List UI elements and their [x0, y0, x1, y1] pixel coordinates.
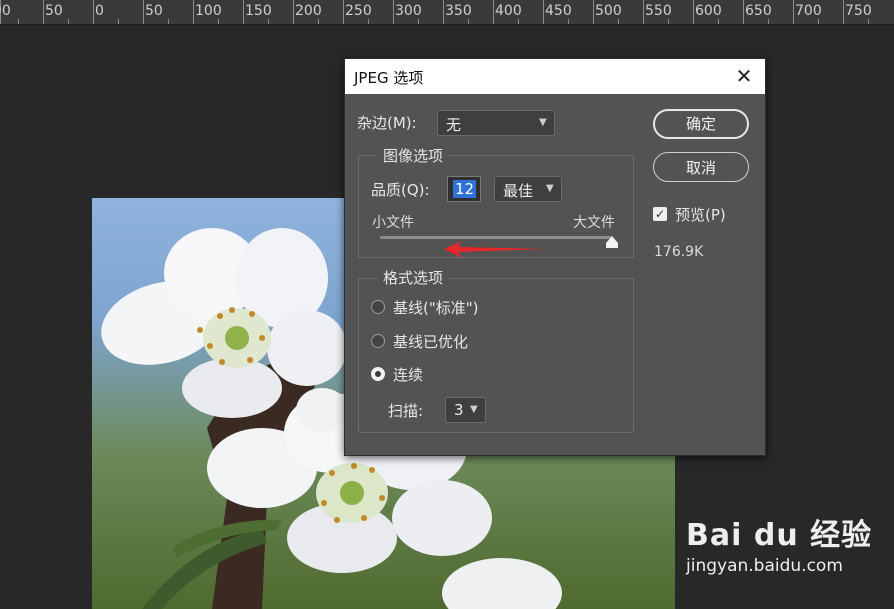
ruler-tick: [693, 0, 694, 24]
matte-select[interactable]: 无 ▼: [437, 110, 555, 136]
image-options-legend: 图像选项: [377, 145, 450, 166]
annotation-arrow-icon: [444, 241, 546, 258]
file-size: 176.9K: [654, 244, 704, 260]
baidu-jingyan-watermark: Bai du 经验 jingyan.baidu.com: [686, 510, 872, 576]
dialog-titlebar[interactable]: JPEG 选项 ✕: [345, 59, 765, 94]
ruler-label: 50: [45, 3, 63, 19]
ruler-tick: [793, 0, 794, 24]
dialog-title: JPEG 选项: [354, 69, 424, 87]
radio-baseline-optimized-label: 基线已优化: [393, 333, 469, 351]
ruler-label: 550: [645, 3, 672, 19]
small-file-label: 小文件: [372, 215, 414, 231]
large-file-label: 大文件: [573, 215, 615, 231]
format-options-legend: 格式选项: [377, 267, 450, 288]
watermark-logo: Bai du 经验: [686, 518, 873, 553]
quality-slider-thumb[interactable]: [606, 233, 618, 248]
ruler-label: 600: [695, 3, 722, 19]
ruler-tick: [293, 0, 294, 24]
ruler-tick: [643, 0, 644, 24]
ruler-label: 750: [845, 3, 872, 19]
ruler-label: 700: [795, 3, 822, 19]
quality-preset-select[interactable]: 最佳 ▼: [494, 176, 562, 202]
ok-button[interactable]: 确定: [653, 109, 749, 139]
ruler-tick: [143, 0, 144, 24]
ruler-tick: [193, 0, 194, 24]
radio-baseline-standard-label: 基线("标准"): [393, 299, 479, 317]
scans-value: 3: [454, 401, 464, 419]
ruler-tick: [843, 0, 844, 24]
ruler-label: 400: [495, 3, 522, 19]
ruler-tick: [743, 0, 744, 24]
ruler-tick: [43, 0, 44, 24]
ruler-label: 150: [245, 3, 272, 19]
ruler-tick: [93, 0, 94, 24]
matte-value: 无: [446, 116, 462, 134]
scans-label: 扫描:: [388, 402, 424, 420]
chevron-down-icon: ▼: [546, 183, 554, 194]
chevron-down-icon: ▼: [470, 404, 478, 415]
ruler-label: 250: [345, 3, 372, 19]
quality-slider-track[interactable]: [380, 236, 612, 239]
radio-baseline-standard[interactable]: [371, 300, 385, 314]
radio-baseline-optimized[interactable]: [371, 334, 385, 348]
quality-value: 12: [453, 180, 477, 198]
ruler-tick: [543, 0, 544, 24]
quality-preset-value: 最佳: [503, 182, 534, 200]
ruler-label: 350: [445, 3, 472, 19]
ruler-tick: [243, 0, 244, 24]
watermark-url: jingyan.baidu.com: [686, 556, 843, 576]
ruler-label: 300: [395, 3, 422, 19]
ruler-tick: [493, 0, 494, 24]
ruler-tick: [393, 0, 394, 24]
ruler-tick: [593, 0, 594, 24]
radio-progressive-label: 连续: [393, 366, 424, 384]
ruler-label: 500: [595, 3, 622, 19]
cancel-button[interactable]: 取消: [653, 152, 749, 182]
horizontal-ruler: 100 50 0 50 100 150 200 250 300 350 400 …: [0, 0, 894, 25]
quality-label: 品质(Q):: [371, 181, 430, 199]
ruler-label: 450: [545, 3, 572, 19]
close-icon[interactable]: ✕: [733, 65, 755, 87]
ruler-label: 0: [95, 3, 104, 19]
scans-select[interactable]: 3 ▼: [445, 397, 486, 423]
matte-label: 杂边(M):: [357, 114, 417, 132]
chevron-down-icon: ▼: [539, 117, 547, 128]
preview-checkbox[interactable]: ✓: [653, 207, 667, 221]
quality-input[interactable]: 12: [447, 176, 481, 202]
radio-progressive[interactable]: [371, 367, 385, 381]
ruler-label: 100: [195, 3, 222, 19]
ruler-tick: [343, 0, 344, 24]
preview-label: 预览(P): [675, 206, 726, 224]
ruler-tick: [443, 0, 444, 24]
ruler-label: 200: [295, 3, 322, 19]
jpeg-options-dialog: JPEG 选项 ✕ 杂边(M): 无 ▼ 图像选项 品质(Q): 12 最佳 ▼…: [344, 58, 766, 456]
ruler-label: 650: [745, 3, 772, 19]
ruler-label: 100: [0, 3, 11, 19]
ruler-label: 50: [145, 3, 163, 19]
